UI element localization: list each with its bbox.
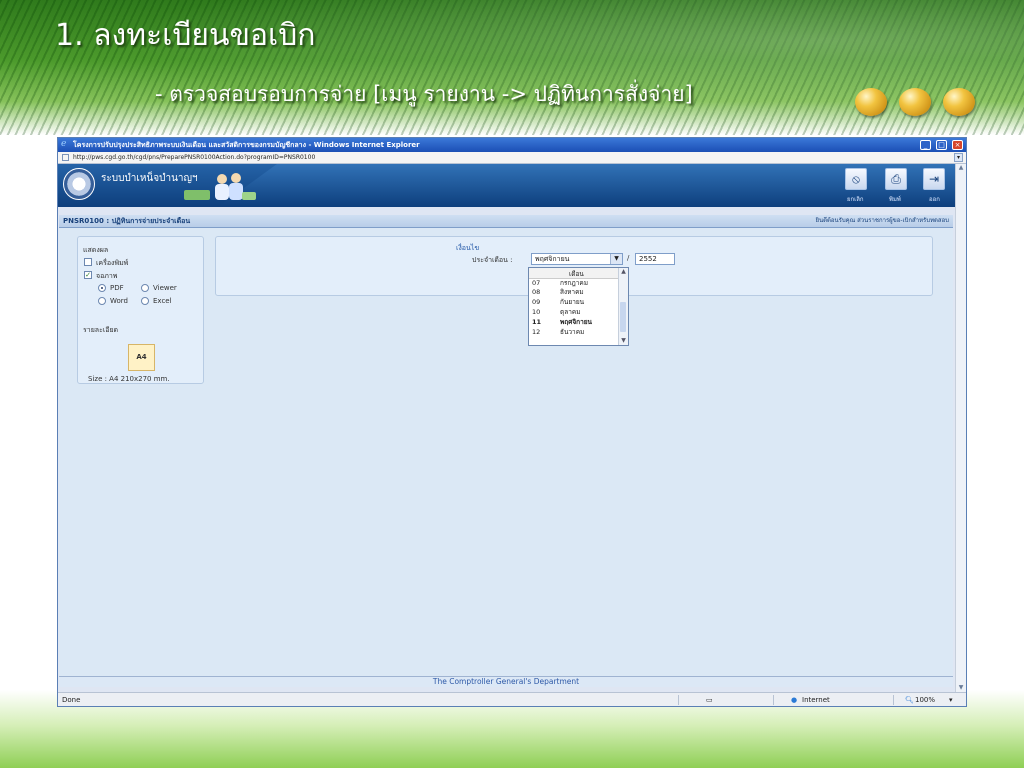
zoom-icon[interactable]: 🔍︎ xyxy=(905,693,914,706)
dropdown-scrollbar[interactable]: ▲ ▼ xyxy=(618,268,628,345)
pdf-label: PDF xyxy=(110,284,124,292)
close-button[interactable]: × xyxy=(952,140,963,150)
main-content: แสดงผล เครื่องพิมพ์ ✓ จอภาพ PDF Viewer W… xyxy=(59,228,953,676)
footer-strip: The Comptroller General's Department xyxy=(59,676,953,687)
month-number: 09 xyxy=(532,298,541,306)
welcome-text: ยินดีต้อนรับคุณ ส่วนราชการผู้ขอ-เบิกสำหร… xyxy=(815,217,949,224)
month-select-value: พฤศจิกายน xyxy=(535,255,570,263)
month-dropdown-list[interactable]: เดือน 07 กรกฎาคม 08 สิงหาคม 09 กันยายน 1… xyxy=(528,267,629,346)
decorative-ball-icon xyxy=(899,88,931,116)
print-button[interactable]: ⎙ xyxy=(885,168,907,190)
year-input[interactable]: 2552 xyxy=(635,253,675,265)
pdf-radio[interactable] xyxy=(98,284,106,292)
exit-button[interactable]: ⇥ xyxy=(923,168,945,190)
word-radio[interactable] xyxy=(98,297,106,305)
detail-label: รายละเอียด xyxy=(83,326,119,334)
cancel-button-label: ยกเลิก xyxy=(847,196,864,203)
page-title: PNSR0100 : ปฏิทินการจ่ายประจำเดือน xyxy=(63,217,191,225)
month-name: กรกฎาคม xyxy=(560,279,589,287)
month-select[interactable]: พฤศจิกายน ▼ xyxy=(531,253,623,265)
exit-button-label: ออก xyxy=(929,196,940,203)
condition-legend: เงื่อนไข xyxy=(456,244,480,252)
printer-icon: ⎙ xyxy=(891,172,901,186)
month-number: 10 xyxy=(532,308,541,316)
cancel-circle-icon: ⦸ xyxy=(852,172,860,186)
slide-subtitle: - ตรวจสอบรอบการจ่าย [เมนู รายงาน -> ปฏิท… xyxy=(155,82,693,106)
date-separator: / xyxy=(627,254,630,262)
people-money-illustration-icon xyxy=(184,173,256,200)
list-item[interactable]: 07 กรกฎาคม xyxy=(529,279,620,288)
paper-size-icon: A4 xyxy=(128,344,155,371)
excel-radio[interactable] xyxy=(141,297,149,305)
decorative-ball-icon xyxy=(943,88,975,116)
status-text: Done xyxy=(62,696,81,704)
scroll-down-icon[interactable]: ▼ xyxy=(619,337,628,345)
app-header: ระบบบำเหน็จบำนาญฯ ⦸ ยกเลิก ⎙ พิมพ์ ⇥ ออก xyxy=(58,164,955,207)
globe-icon: ● xyxy=(791,696,798,704)
month-number: 07 xyxy=(532,279,541,287)
list-item[interactable]: 08 สิงหาคม xyxy=(529,288,620,297)
display-label: แสดงผล xyxy=(83,246,109,254)
list-item-selected[interactable]: 11 พฤศจิกายน xyxy=(529,318,620,327)
list-item[interactable]: 12 ธันวาคม xyxy=(529,328,620,337)
window-title: โครงการปรับปรุงประสิทธิภาพระบบเงินเดือน … xyxy=(73,141,420,149)
page-icon xyxy=(62,154,69,161)
month-name: พฤศจิกายน xyxy=(560,318,592,326)
month-number: 12 xyxy=(532,328,541,336)
dropdown-header-label: เดือน xyxy=(569,270,584,278)
exit-door-icon: ⇥ xyxy=(928,172,940,186)
slide-title: 1. ลงทะเบียนขอเบิก xyxy=(55,18,316,53)
output-options-panel: แสดงผล เครื่องพิมพ์ ✓ จอภาพ PDF Viewer W… xyxy=(77,236,204,384)
status-divider xyxy=(893,695,894,705)
status-divider xyxy=(773,695,774,705)
paper-size-label: A4 xyxy=(136,353,147,361)
screen-checkbox[interactable]: ✓ xyxy=(84,271,92,279)
zone-text: Internet xyxy=(802,696,830,704)
scroll-thumb[interactable] xyxy=(620,302,626,332)
list-item[interactable]: 10 ตุลาคม xyxy=(529,308,620,317)
maximize-button[interactable]: □ xyxy=(936,140,947,150)
printer-checkbox[interactable] xyxy=(84,258,92,266)
address-url[interactable]: http://pws.cgd.go.th/cgd/pns/PreparePNSR… xyxy=(73,152,315,163)
screen-label: จอภาพ xyxy=(96,272,118,280)
printer-label: เครื่องพิมพ์ xyxy=(96,259,129,267)
month-label: ประจำเดือน : xyxy=(472,256,513,264)
month-name: ธันวาคม xyxy=(560,328,585,336)
page-scrollbar[interactable]: ▲ ▼ xyxy=(955,164,966,692)
page-title-bar: PNSR0100 : ปฏิทินการจ่ายประจำเดือน ยินดี… xyxy=(59,215,953,228)
zoom-level[interactable]: 100% xyxy=(915,693,935,706)
excel-label: Excel xyxy=(153,297,172,305)
department-seal-logo xyxy=(63,168,95,200)
chevron-down-icon[interactable]: ▾ xyxy=(954,153,963,162)
status-page-icon: ▭ xyxy=(706,696,713,704)
status-bar: Done ▭ ● Internet 🔍︎ 100% ▾ xyxy=(58,692,966,706)
ie-logo-icon: ℯ xyxy=(61,139,67,149)
scroll-up-icon[interactable]: ▲ xyxy=(957,164,965,172)
month-name: ตุลาคม xyxy=(560,308,581,316)
browser-window: ℯ โครงการปรับปรุงประสิทธิภาพระบบเงินเดือ… xyxy=(57,137,967,707)
chevron-down-icon[interactable]: ▼ xyxy=(610,254,622,264)
viewer-label: Viewer xyxy=(153,284,177,292)
browser-titlebar: ℯ โครงการปรับปรุงประสิทธิภาพระบบเงินเดือ… xyxy=(58,138,966,152)
status-divider xyxy=(678,695,679,705)
word-label: Word xyxy=(110,297,128,305)
month-name: กันยายน xyxy=(560,298,585,306)
scroll-up-icon[interactable]: ▲ xyxy=(619,268,628,276)
month-number: 08 xyxy=(532,288,541,296)
cancel-button[interactable]: ⦸ xyxy=(845,168,867,190)
list-item[interactable]: 09 กันยายน xyxy=(529,298,620,307)
month-number: 11 xyxy=(532,318,542,326)
scroll-down-icon[interactable]: ▼ xyxy=(957,684,965,692)
print-button-label: พิมพ์ xyxy=(889,196,901,203)
address-bar[interactable]: http://pws.cgd.go.th/cgd/pns/PreparePNSR… xyxy=(58,152,966,164)
decorative-ball-icon xyxy=(855,88,887,116)
viewer-radio[interactable] xyxy=(141,284,149,292)
month-name: สิงหาคม xyxy=(560,288,584,296)
zoom-chevron-down-icon[interactable]: ▾ xyxy=(949,693,953,706)
minimize-button[interactable]: _ xyxy=(920,140,931,150)
paper-size-text: Size : A4 210x270 mm. xyxy=(88,375,170,383)
dropdown-header: เดือน xyxy=(529,268,620,279)
